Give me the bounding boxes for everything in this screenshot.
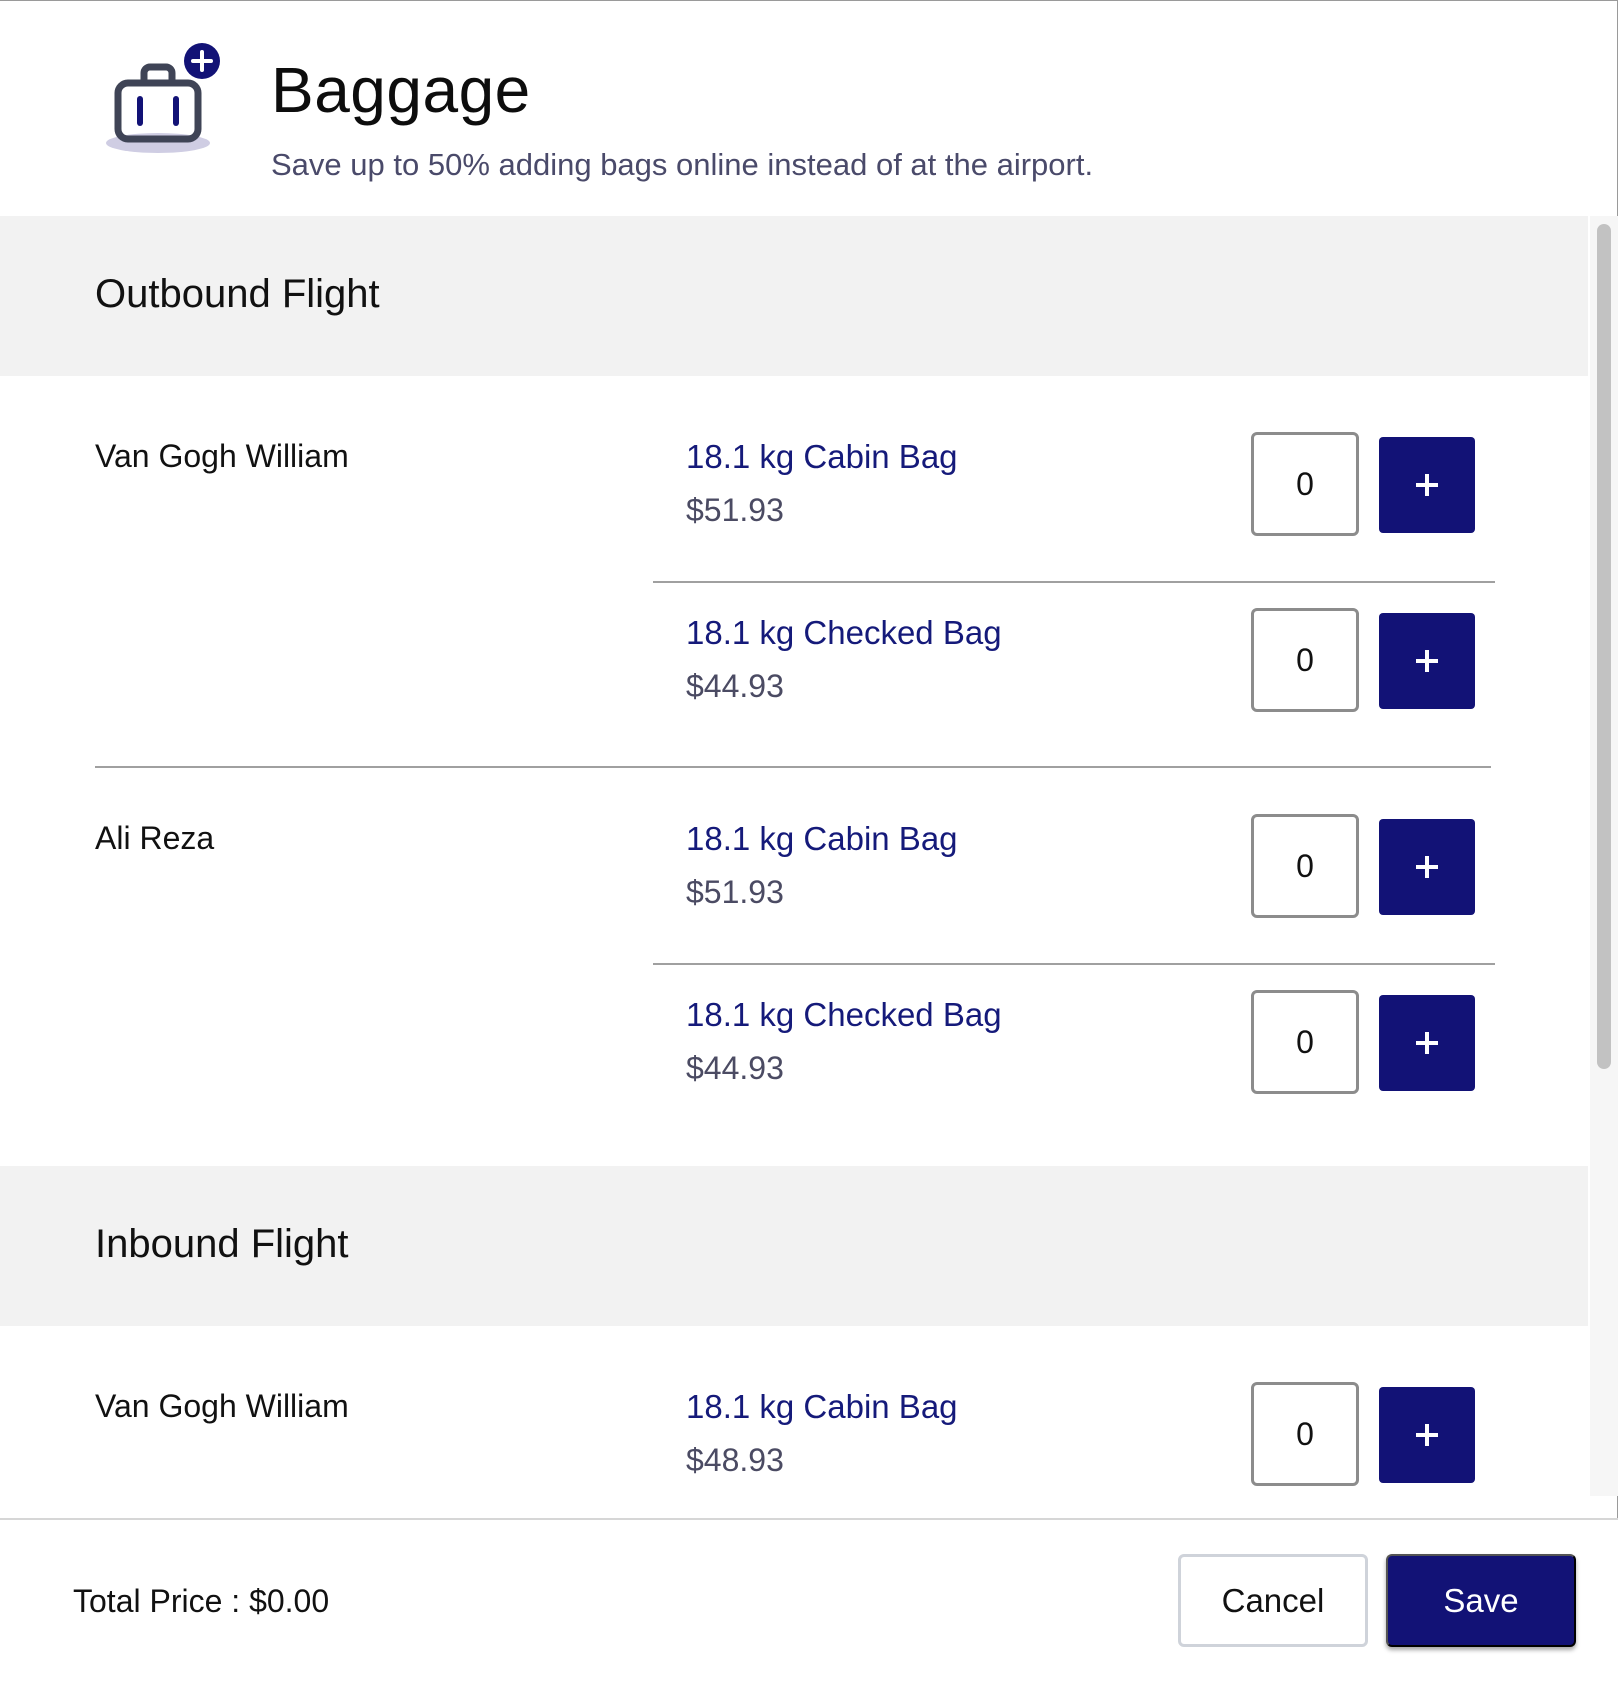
- section-header-outbound: Outbound Flight: [0, 216, 1588, 376]
- save-button[interactable]: Save: [1386, 1554, 1576, 1647]
- bag-label: 18.1 kg Cabin Bag: [686, 820, 958, 857]
- plus-icon: [1416, 856, 1438, 878]
- bag-quantity-input[interactable]: 0: [1251, 608, 1359, 712]
- dialog-title: Baggage: [271, 54, 531, 126]
- scrollbar-track[interactable]: [1590, 216, 1618, 1496]
- plus-icon: [1416, 474, 1438, 496]
- passenger-name: Van Gogh William: [95, 1388, 349, 1424]
- add-bag-button[interactable]: [1379, 995, 1475, 1091]
- cancel-button[interactable]: Cancel: [1178, 1554, 1368, 1647]
- bag-row-checked: 18.1 kg Checked Bag $44.93 0: [653, 934, 1495, 1110]
- add-bag-button[interactable]: [1379, 437, 1475, 533]
- passenger-name: Ali Reza: [95, 820, 215, 856]
- bag-label: 18.1 kg Cabin Bag: [686, 1388, 958, 1425]
- add-bag-button[interactable]: [1379, 819, 1475, 915]
- bag-price: $51.93: [686, 874, 784, 910]
- bag-quantity-input[interactable]: 0: [1251, 814, 1359, 918]
- bag-row-checked: 18.1 kg Checked Bag $44.93 0: [653, 552, 1495, 728]
- section-title: Outbound Flight: [95, 272, 380, 316]
- bag-price: $51.93: [686, 492, 784, 528]
- baggage-dialog: Baggage Save up to 50% adding bags onlin…: [0, 0, 1618, 1681]
- dialog-subtitle: Save up to 50% adding bags online instea…: [271, 147, 1094, 182]
- passenger-name: Van Gogh William: [95, 438, 349, 474]
- bag-label: 18.1 kg Checked Bag: [686, 614, 1002, 651]
- passenger-van-gogh-william-inbound: Van Gogh William 18.1 kg Cabin Bag $48.9…: [0, 1326, 1588, 1496]
- dialog-footer: Total Price : $0.00 Cancel Save: [0, 1518, 1618, 1681]
- passenger-ali-reza: Ali Reza 18.1 kg Cabin Bag $51.93 0 18.1…: [0, 766, 1588, 1166]
- bag-row-cabin: 18.1 kg Cabin Bag $51.93 0: [653, 758, 1495, 934]
- plus-icon: [1416, 1032, 1438, 1054]
- baggage-add-icon: [100, 41, 230, 166]
- bag-label: 18.1 kg Checked Bag: [686, 996, 1002, 1033]
- plus-icon: [1416, 1424, 1438, 1446]
- scrollbar-thumb[interactable]: [1597, 224, 1611, 1069]
- bag-row-cabin: 18.1 kg Cabin Bag $51.93 0: [653, 376, 1495, 552]
- total-price: Total Price : $0.00: [73, 1583, 330, 1619]
- bag-price: $44.93: [686, 1050, 784, 1086]
- bag-quantity-input[interactable]: 0: [1251, 1382, 1359, 1486]
- bag-label: 18.1 kg Cabin Bag: [686, 438, 958, 475]
- baggage-scroll-area[interactable]: Outbound Flight Van Gogh William 18.1 kg…: [0, 216, 1618, 1496]
- plus-icon: [1416, 650, 1438, 672]
- add-bag-button[interactable]: [1379, 1387, 1475, 1483]
- dialog-header: Baggage Save up to 50% adding bags onlin…: [0, 1, 1618, 216]
- bag-row-cabin: 18.1 kg Cabin Bag $48.93 0: [653, 1326, 1495, 1496]
- add-bag-button[interactable]: [1379, 613, 1475, 709]
- bag-price: $48.93: [686, 1442, 784, 1478]
- passenger-van-gogh-william: Van Gogh William 18.1 kg Cabin Bag $51.9…: [0, 376, 1588, 766]
- section-header-inbound: Inbound Flight: [0, 1166, 1588, 1326]
- bag-quantity-input[interactable]: 0: [1251, 990, 1359, 1094]
- baggage-list: Outbound Flight Van Gogh William 18.1 kg…: [0, 216, 1588, 1496]
- bag-price: $44.93: [686, 668, 784, 704]
- section-title: Inbound Flight: [95, 1222, 349, 1266]
- bag-quantity-input[interactable]: 0: [1251, 432, 1359, 536]
